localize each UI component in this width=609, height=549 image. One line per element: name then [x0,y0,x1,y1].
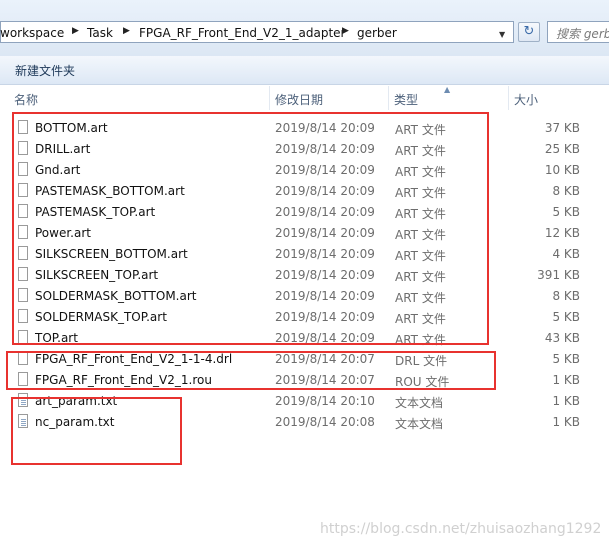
annotation-box-param-files [11,397,182,465]
file-size: 5 KB [552,352,580,366]
file-size: 391 KB [537,268,580,282]
column-header: 名称 修改日期 类型 ▲ 大小 [0,85,609,110]
file-size: 8 KB [552,289,580,303]
column-divider[interactable] [269,86,270,110]
toolbar: 新建文件夹 [0,56,609,85]
annotation-box-drill-files [6,351,496,390]
sort-ascending-icon: ▲ [444,85,451,94]
chevron-down-icon[interactable]: ▼ [499,30,505,39]
column-type[interactable]: 类型 [394,91,418,108]
column-name[interactable]: 名称 [14,91,38,108]
breadcrumb-gerber[interactable]: gerber [357,26,397,40]
file-size: 1 KB [552,373,580,387]
file-type: 文本文档 [395,417,444,431]
file-size: 10 KB [544,163,580,177]
column-divider[interactable] [388,86,389,110]
breadcrumb-separator-icon[interactable]: ▶ [342,26,349,36]
breadcrumb-task[interactable]: Task [87,26,113,40]
watermark: https://blog.csdn.net/zhuisaozhang1292 [320,521,602,537]
file-size: 43 KB [544,331,580,345]
column-date[interactable]: 修改日期 [275,91,323,108]
file-date: 2019/8/14 20:08 [275,415,375,429]
file-size: 5 KB [552,205,580,219]
address-bar-area: workspace ▶ Task ▶ FPGA_RF_Front_End_V2_… [0,0,609,56]
search-placeholder: 搜索 gerb [556,27,609,41]
refresh-button[interactable]: ↻ [518,22,540,42]
breadcrumb[interactable]: workspace ▶ Task ▶ FPGA_RF_Front_End_V2_… [0,21,514,43]
breadcrumb-separator-icon[interactable]: ▶ [123,26,130,36]
new-folder-button[interactable]: 新建文件夹 [15,62,75,79]
file-size: 1 KB [552,394,580,408]
file-size: 5 KB [552,310,580,324]
file-size: 4 KB [552,247,580,261]
search-input[interactable]: 搜索 gerb [547,21,609,43]
column-divider[interactable] [508,86,509,110]
file-size: 25 KB [544,142,580,156]
file-size: 12 KB [544,226,580,240]
refresh-icon: ↻ [523,24,535,39]
breadcrumb-project[interactable]: FPGA_RF_Front_End_V2_1_adapter [139,26,345,40]
annotation-box-art-files [12,112,489,345]
file-date: 2019/8/14 20:10 [275,394,375,408]
file-size: 37 KB [544,121,580,135]
column-size[interactable]: 大小 [514,91,538,108]
breadcrumb-workspace[interactable]: workspace [0,26,64,40]
file-type: 文本文档 [395,396,444,410]
file-size: 8 KB [552,184,580,198]
breadcrumb-separator-icon[interactable]: ▶ [72,26,79,36]
file-size: 1 KB [552,415,580,429]
